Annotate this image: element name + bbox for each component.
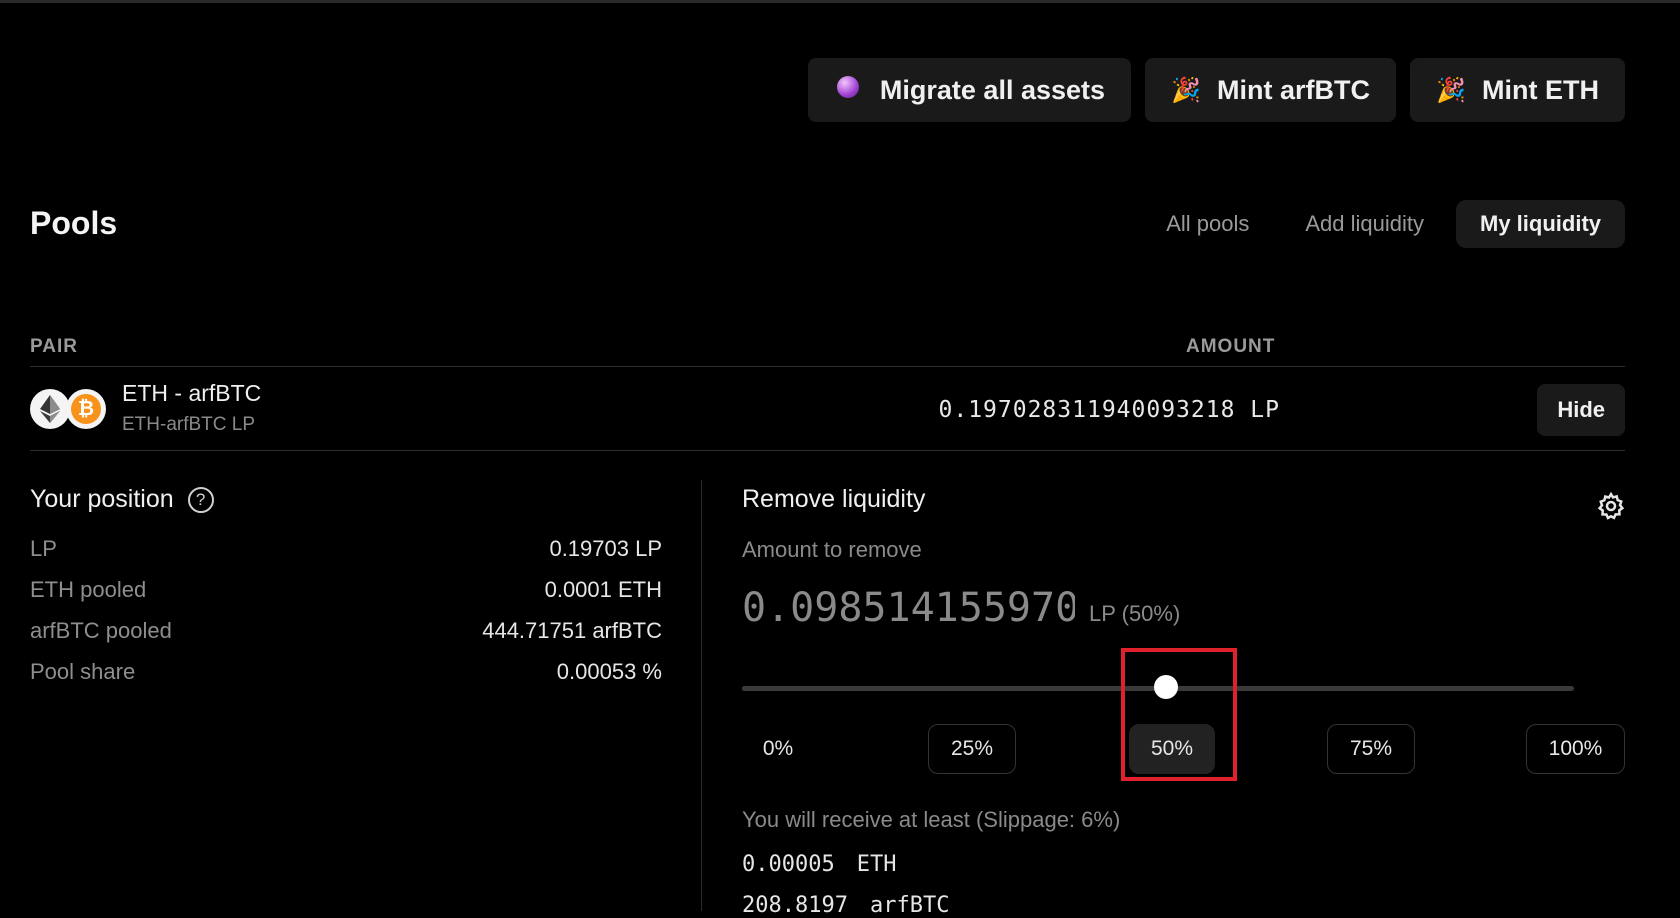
receive-amount: 208.8197 [742,893,848,918]
remove-amount-value[interactable]: 0.09851415597004 [742,585,1075,631]
party-popper-icon: 🎉 [1436,76,1466,104]
position-value: 0.00053 % [556,659,662,684]
divider [30,450,1625,451]
gear-icon[interactable] [1596,491,1626,521]
mint-arfbtc-button[interactable]: 🎉 Mint arfBTC [1145,58,1397,122]
btc-icon: ₿ [66,389,106,429]
receive-token: ETH [856,852,897,877]
position-label: LP [30,536,57,561]
position-label: ETH pooled [30,577,147,602]
migrate-label: Migrate all assets [879,74,1106,105]
mint-eth-label: Mint ETH [1482,74,1599,105]
tab-add-liquidity[interactable]: Add liquidity [1281,200,1448,248]
receive-amount: 0.00005 [742,852,835,877]
pair-lp-name: ETH-arfBTC LP [122,414,256,435]
panel-divider [701,480,702,911]
divider [30,366,1625,367]
percent-75-button[interactable]: 75% [1327,724,1415,774]
position-value: 444.71751 arfBTC [482,618,662,643]
tab-my-liquidity[interactable]: My liquidity [1456,200,1625,248]
position-row-eth-pooled: ETH pooled 0.0001 ETH [30,577,662,603]
position-row-arfbtc-pooled: arfBTC pooled 444.71751 arfBTC [30,618,662,644]
percent-25-button[interactable]: 25% [928,724,1016,774]
remove-liquidity-title: Remove liquidity [742,485,926,513]
page-title: Pools [30,205,118,241]
position-title: Your position ? [30,485,214,514]
position-label: arfBTC pooled [30,618,172,643]
top-actions: Migrate all assets 🎉 Mint arfBTC 🎉 Mint … [807,58,1625,122]
receive-token: arfBTC [869,893,950,918]
receive-row-eth: 0.00005 ETH [742,852,896,877]
percent-100-button[interactable]: 100% [1526,724,1625,774]
crystal-ball-icon [834,75,862,105]
receive-row-arfbtc: 208.8197 arfBTC [742,893,949,918]
amount-to-remove-label: Amount to remove [742,537,922,562]
slider-fill [742,686,1167,691]
receive-title: You will receive at least (Slippage: 6%) [742,807,1121,832]
pool-tabs: All pools Add liquidity My liquidity [1142,200,1625,248]
party-popper-icon: 🎉 [1171,76,1201,104]
tab-all-pools[interactable]: All pools [1142,200,1273,248]
eth-icon [30,389,70,429]
hide-button[interactable]: Hide [1537,384,1625,436]
position-label: Pool share [30,659,136,684]
mint-eth-button[interactable]: 🎉 Mint ETH [1410,58,1625,122]
mint-arfbtc-label: Mint arfBTC [1217,74,1371,105]
position-row-pool-share: Pool share 0.00053 % [30,659,662,685]
help-icon[interactable]: ? [187,486,214,513]
lp-amount: 0.197028311940093218 LP [938,397,1280,423]
position-title-text: Your position [30,485,174,513]
column-header-pair: PAIR [30,336,78,357]
position-row-lp: LP 0.19703 LP [30,536,662,562]
top-border [0,0,1680,3]
position-value: 0.0001 ETH [544,577,662,602]
position-value: 0.19703 LP [549,536,662,561]
percent-0-button[interactable]: 0% [742,724,814,774]
column-header-amount: AMOUNT [1186,336,1276,357]
migrate-all-assets-button[interactable]: Migrate all assets [807,58,1132,122]
remove-amount-unit: LP (50%) [1089,601,1181,626]
remove-amount: 0.09851415597004 LP (50%) [742,585,1180,631]
highlight-annotation [1121,648,1237,781]
pair-name: ETH - arfBTC [122,380,262,406]
